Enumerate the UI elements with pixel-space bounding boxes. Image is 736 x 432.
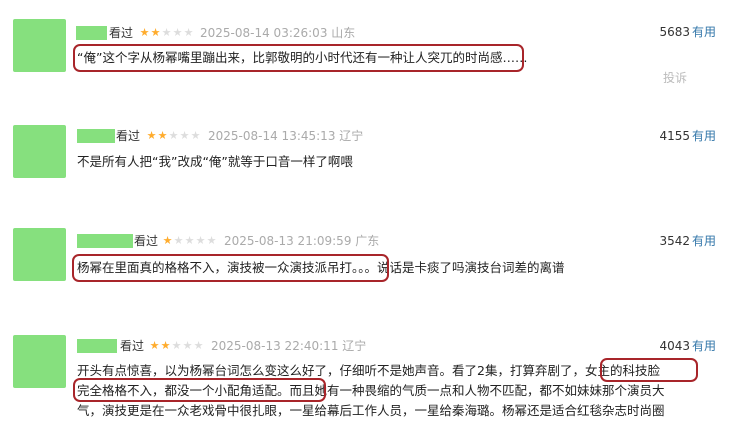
star-empty-icon: ★ bbox=[171, 339, 182, 352]
comment-text: “俺”这个字从杨幂嘴里蹦出来，比郭敬明的小时代还有一种让人突兀的时尚感…… bbox=[77, 50, 528, 65]
star-empty-icon: ★ bbox=[183, 26, 194, 39]
vote-count: 4155 bbox=[659, 129, 690, 143]
star-empty-icon: ★ bbox=[195, 234, 206, 247]
report-link[interactable]: 投诉 bbox=[663, 70, 687, 86]
username[interactable] bbox=[76, 26, 107, 40]
watched-label: 看过 bbox=[109, 26, 134, 40]
comment-text-line: 完全格格不入，都没一个小配角适配。而且她有一种畏缩的气质一点和人物不匹配，都不如… bbox=[77, 383, 665, 398]
watched-label: 看过 bbox=[134, 234, 159, 248]
username[interactable] bbox=[77, 339, 117, 353]
star-empty-icon: ★ bbox=[172, 26, 183, 39]
avatar[interactable] bbox=[13, 228, 66, 281]
star-empty-icon: ★ bbox=[193, 339, 204, 352]
comment-text-line: 气，演技更是在一众老戏骨中很扎眼，一星给幕后工作人员，一星给秦海璐。杨幂还是适合… bbox=[77, 403, 665, 418]
rating-stars: ★★★★★ bbox=[162, 233, 217, 249]
rating-stars: ★★★★★ bbox=[146, 128, 201, 144]
star-filled-icon: ★ bbox=[160, 339, 171, 352]
vote-count: 5683 bbox=[659, 25, 690, 39]
star-empty-icon: ★ bbox=[161, 26, 172, 39]
rating-stars: ★★★★★ bbox=[149, 338, 204, 354]
star-empty-icon: ★ bbox=[190, 129, 201, 142]
comment-text: 杨幂在里面真的格格不入，演技被一众演技派吊打。。。说话是卡痰了吗演技台词差的离谱 bbox=[77, 260, 565, 275]
star-filled-icon: ★ bbox=[149, 339, 160, 352]
useful-button[interactable]: 有用 bbox=[692, 338, 716, 354]
rating-stars: ★★★★★ bbox=[139, 25, 194, 41]
useful-button[interactable]: 有用 bbox=[692, 233, 716, 249]
useful-button[interactable]: 有用 bbox=[692, 24, 716, 40]
star-filled-icon: ★ bbox=[146, 129, 157, 142]
avatar[interactable] bbox=[13, 335, 66, 388]
comment-text: 不是所有人把“我”改成“俺”就等于口音一样了啊喂 bbox=[77, 154, 353, 169]
username[interactable] bbox=[77, 129, 115, 143]
avatar[interactable] bbox=[13, 19, 66, 72]
star-filled-icon: ★ bbox=[157, 129, 168, 142]
star-empty-icon: ★ bbox=[173, 234, 184, 247]
star-filled-icon: ★ bbox=[150, 26, 161, 39]
comment-time: 2025-08-13 22:40:11 辽宁 bbox=[211, 339, 367, 353]
vote-count: 4043 bbox=[659, 339, 690, 353]
useful-button[interactable]: 有用 bbox=[692, 128, 716, 144]
star-empty-icon: ★ bbox=[182, 339, 193, 352]
comment-text-line: 开头有点惊喜，以为杨幂台词怎么变这么好了，仔细听不是她声音。看了2集，打算弃剧了… bbox=[77, 363, 660, 378]
vote-count: 3542 bbox=[659, 234, 690, 248]
comment-time: 2025-08-14 03:26:03 山东 bbox=[200, 26, 356, 40]
star-filled-icon: ★ bbox=[139, 26, 150, 39]
comment-time: 2025-08-13 21:09:59 广东 bbox=[224, 234, 380, 248]
comment-time: 2025-08-14 13:45:13 辽宁 bbox=[208, 129, 364, 143]
star-filled-icon: ★ bbox=[162, 234, 173, 247]
star-empty-icon: ★ bbox=[179, 129, 190, 142]
username[interactable] bbox=[77, 234, 133, 248]
watched-label: 看过 bbox=[120, 339, 145, 353]
star-empty-icon: ★ bbox=[168, 129, 179, 142]
star-empty-icon: ★ bbox=[206, 234, 217, 247]
avatar[interactable] bbox=[13, 125, 66, 178]
watched-label: 看过 bbox=[116, 129, 141, 143]
star-empty-icon: ★ bbox=[184, 234, 195, 247]
